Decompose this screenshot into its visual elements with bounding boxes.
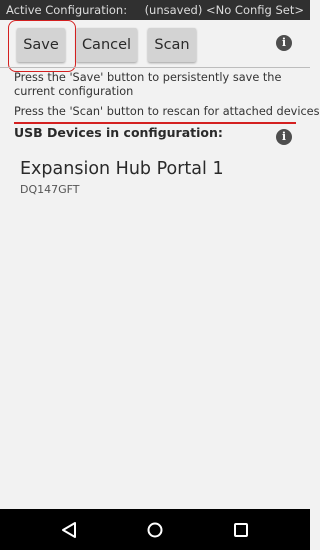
scan-help-underline <box>14 122 296 124</box>
device-name: Expansion Hub Portal 1 <box>20 159 224 179</box>
device-list-item[interactable]: Expansion Hub Portal 1 DQ147GFT <box>0 155 310 200</box>
home-icon[interactable] <box>133 509 177 550</box>
save-button[interactable]: Save <box>17 28 65 62</box>
status-bar: Active Configuration: (unsaved) <No Conf… <box>0 0 310 20</box>
scan-help-text: Press the 'Scan' button to rescan for at… <box>14 105 320 118</box>
active-configuration-label: Active Configuration: <box>6 3 128 17</box>
info-icon[interactable]: i <box>276 35 292 51</box>
usb-devices-heading: USB Devices in configuration: <box>14 125 223 140</box>
configuration-status: (unsaved) <No Config Set> <box>144 3 304 17</box>
toolbar: Save Cancel Scan <box>0 20 310 67</box>
recent-apps-icon[interactable] <box>219 509 263 550</box>
navigation-bar <box>0 509 310 550</box>
cancel-button[interactable]: Cancel <box>76 28 137 62</box>
back-icon[interactable] <box>47 509 91 550</box>
scan-button[interactable]: Scan <box>148 28 196 62</box>
usb-info-icon[interactable]: i <box>276 129 292 145</box>
toolbar-divider <box>0 67 310 68</box>
save-help-text: Press the 'Save' button to persistently … <box>14 71 282 98</box>
device-serial: DQ147GFT <box>20 183 80 196</box>
